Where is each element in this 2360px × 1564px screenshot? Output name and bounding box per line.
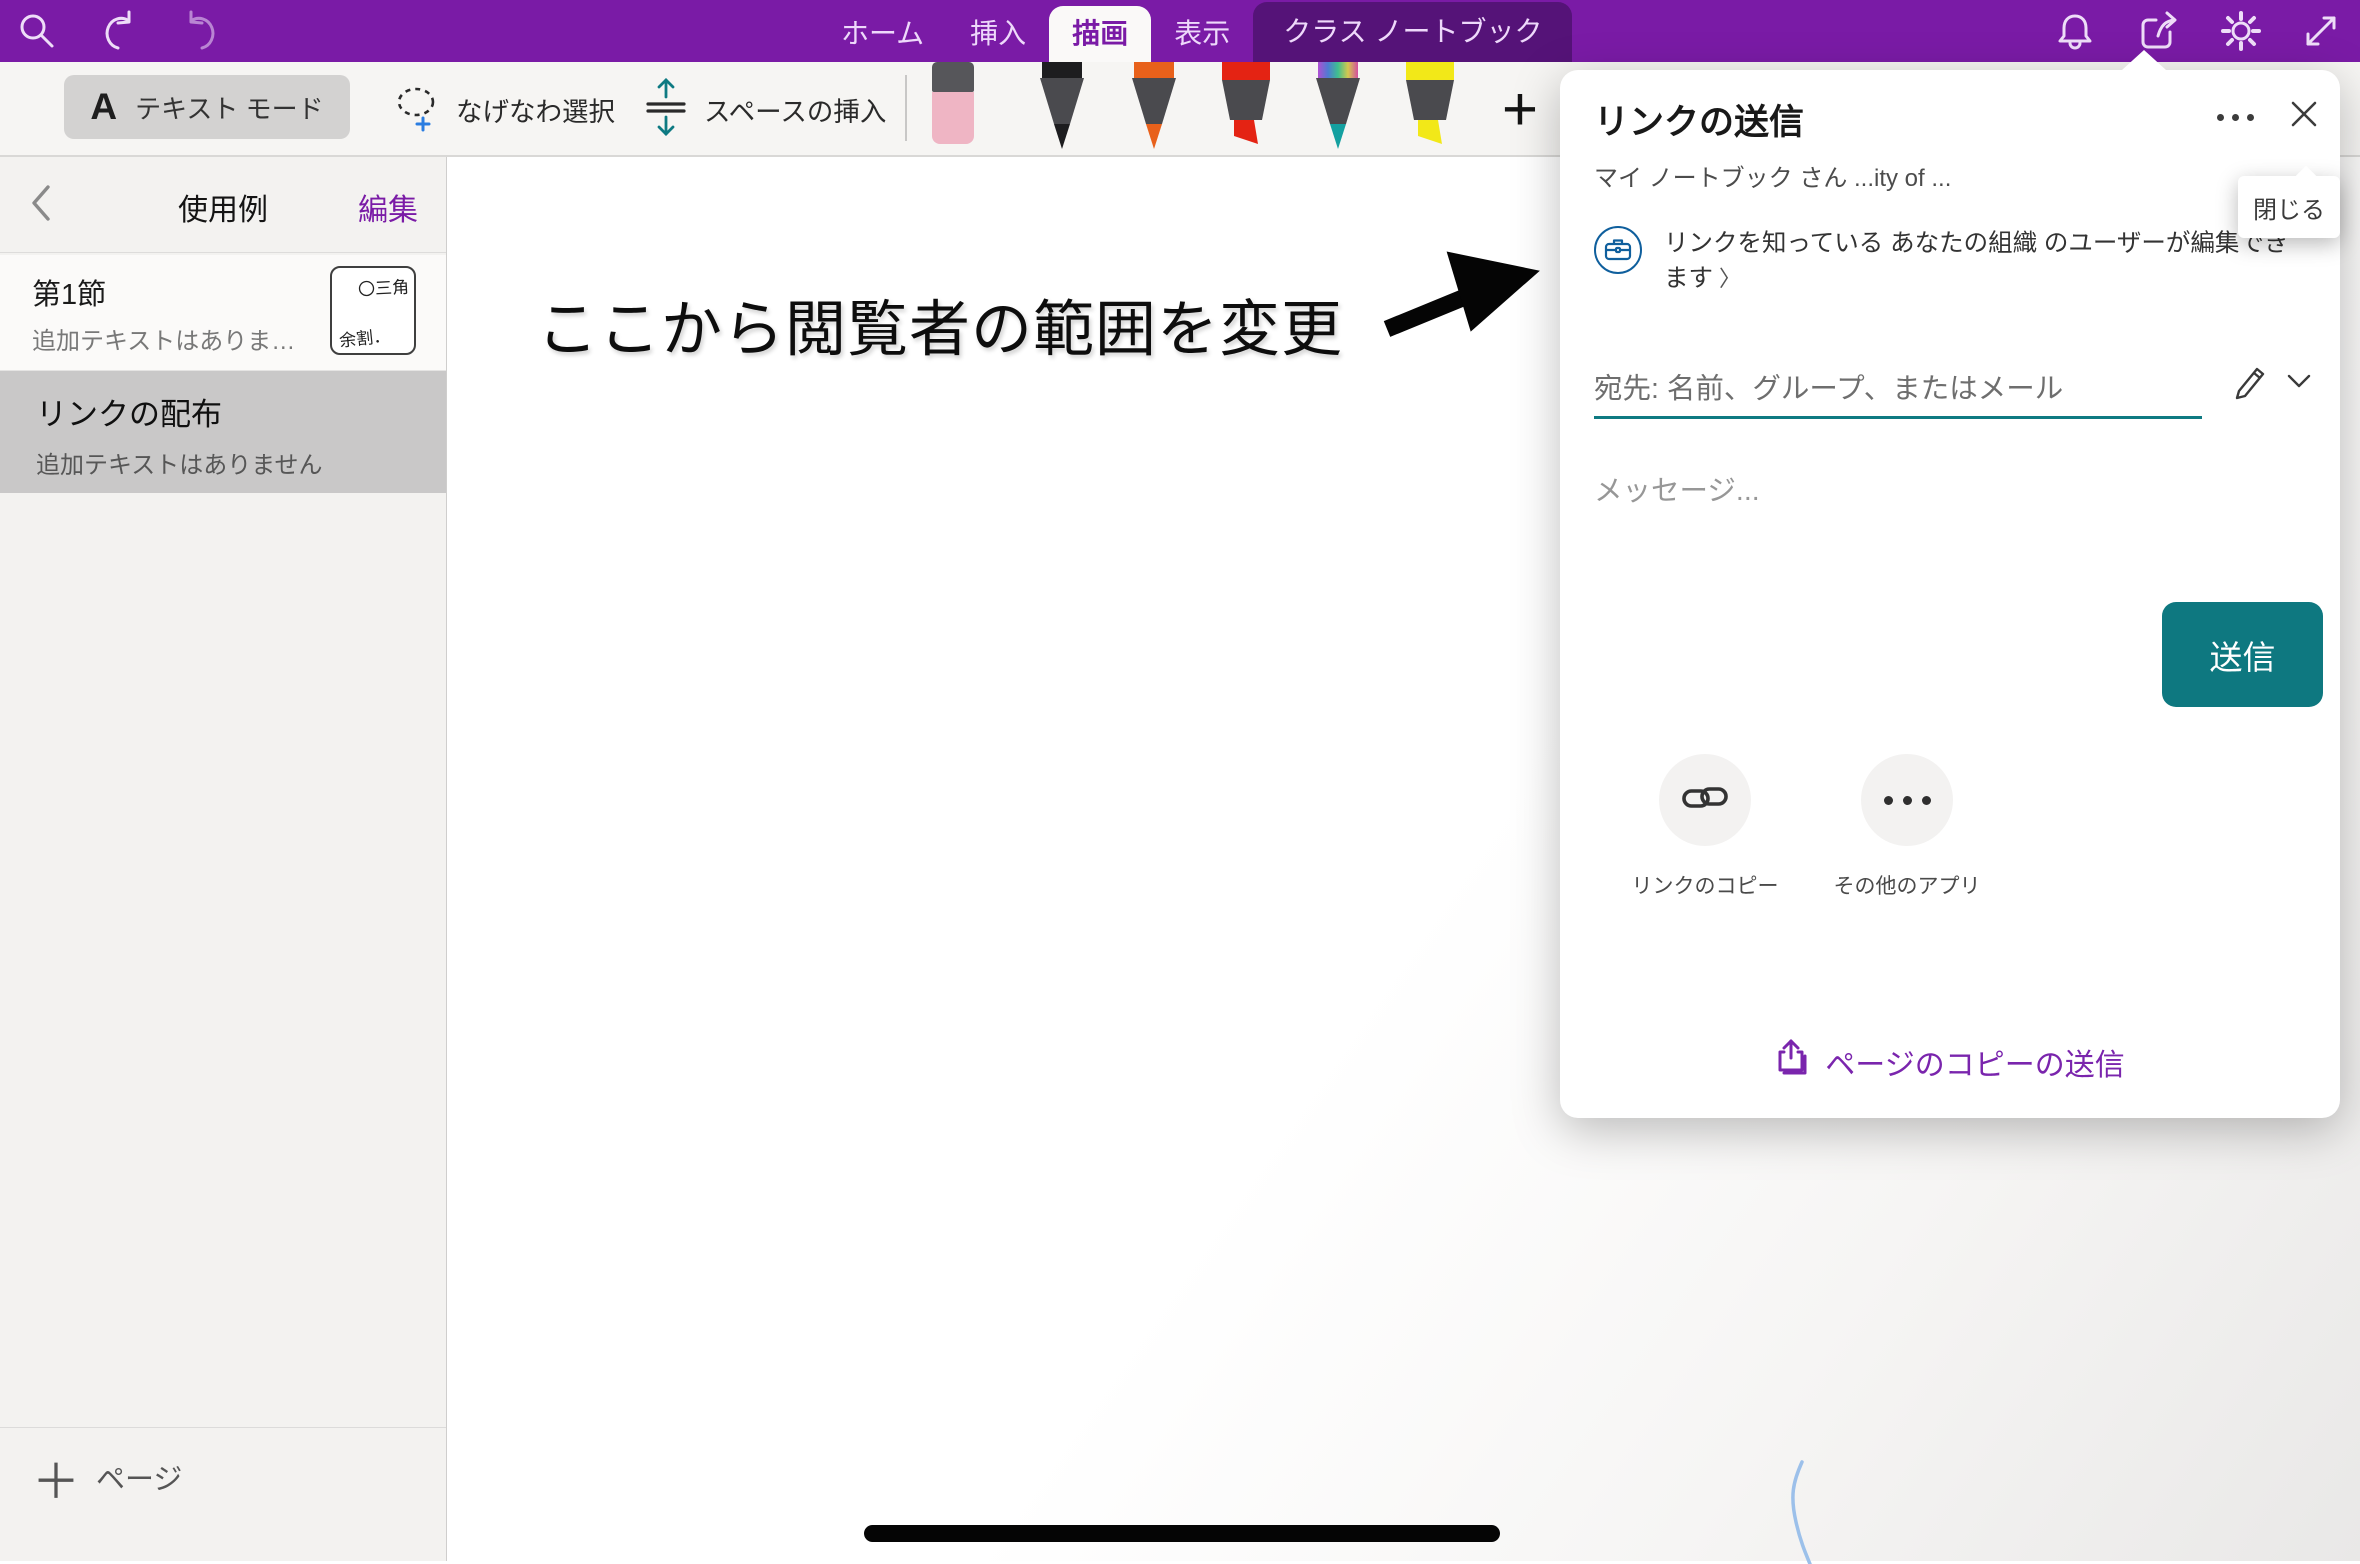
text-mode-button[interactable]: A テキスト モード (64, 75, 350, 139)
ink-arrow (1375, 245, 1555, 345)
ellipsis-icon (1884, 796, 1931, 805)
insert-space-button[interactable]: スペースの挿入 (642, 62, 886, 157)
thumbnail-ink-text: 余割． (338, 321, 391, 351)
tab-home[interactable]: ホーム (818, 6, 947, 62)
page-sidebar: 使用例 編集 第1節 追加テキストはありま… 〇三角 余割． リンクの配布 追加… (0, 157, 447, 1561)
eraser-cap (932, 62, 974, 92)
briefcase-icon (1594, 226, 1642, 274)
top-app-bar: ホーム 挿入 描画 表示 クラス ノートブック (0, 0, 2360, 62)
redo-icon[interactable] (178, 8, 224, 54)
tab-view[interactable]: 表示 (1151, 6, 1253, 62)
close-icon[interactable] (2286, 96, 2322, 132)
eraser-tool[interactable] (932, 62, 974, 146)
page-item-subtitle: 追加テキストはありま… (32, 321, 295, 356)
text-mode-label: テキスト モード (135, 89, 323, 126)
edit-button[interactable]: 編集 (358, 185, 418, 229)
lasso-select-button[interactable]: なげなわ選択 (392, 62, 615, 157)
orange-pen[interactable] (1124, 62, 1184, 150)
ink-annotation-text: ここから閲覧者の範囲を変更 (537, 279, 1343, 368)
expand-icon[interactable] (2298, 8, 2344, 54)
chevron-down-icon[interactable] (2286, 372, 2312, 395)
home-indicator[interactable] (864, 1525, 1500, 1542)
page-list-item-selected[interactable]: リンクの配布 追加テキストはありません (0, 371, 446, 493)
text-mode-a-icon: A (90, 86, 117, 128)
sidebar-header: 使用例 編集 (0, 157, 446, 253)
page-item-subtitle: 追加テキストはありません (36, 445, 323, 480)
link-icon (1682, 782, 1728, 819)
plus-icon: ＋ (32, 1442, 80, 1512)
permission-row[interactable]: リンクを知っている あなたの組織 のユーザーが編集できます〉 (1594, 226, 2304, 296)
close-tooltip: 閉じる (2238, 176, 2340, 238)
send-copy-icon (1775, 1038, 1811, 1086)
toolbar-divider (905, 75, 907, 141)
permission-text: リンクを知っている あなたの組織 のユーザーが編集できます〉 (1664, 226, 2294, 296)
message-input[interactable]: メッセージ... (1594, 468, 1760, 509)
send-page-copy-label: ページのコピーの送信 (1825, 1040, 2124, 1084)
tab-class-notebook[interactable]: クラス ノートブック (1253, 2, 1572, 62)
lasso-icon (392, 80, 442, 139)
lasso-label: なげなわ選択 (456, 90, 615, 129)
share-icon[interactable] (2136, 8, 2182, 54)
send-link-dialog: リンクの送信 マイ ノートブック さん ...ity of ... リンクを知っ… (1560, 70, 2340, 1118)
page-thumbnail: 〇三角 余割． (330, 266, 416, 355)
ink-blue-stroke (1777, 1452, 1837, 1564)
tab-insert[interactable]: 挿入 (947, 6, 1049, 62)
add-page-label: ページ (96, 1456, 182, 1498)
page-item-title: リンクの配布 (36, 389, 222, 434)
undo-icon[interactable] (96, 8, 142, 54)
thumbnail-ink-text: 〇三角 (357, 273, 409, 301)
copy-link-label: リンクのコピー (1595, 870, 1815, 900)
gear-icon[interactable] (2218, 8, 2264, 54)
search-icon[interactable] (14, 8, 60, 54)
send-button[interactable]: 送信 (2162, 602, 2323, 707)
add-pen-button[interactable]: + (1490, 76, 1550, 142)
yellow-highlighter[interactable] (1400, 62, 1460, 150)
tab-draw[interactable]: 描画 (1049, 6, 1151, 62)
galaxy-pen[interactable] (1308, 62, 1368, 150)
bell-icon[interactable] (2052, 8, 2098, 54)
copy-link-button[interactable] (1659, 754, 1751, 846)
dialog-subtitle: マイ ノートブック さん ...ity of ... (1594, 158, 1951, 193)
page-item-title: 第1節 (32, 271, 106, 313)
insert-space-icon (642, 77, 690, 142)
insert-space-label: スペースの挿入 (704, 90, 886, 129)
page-list-item[interactable]: 第1節 追加テキストはありま… 〇三角 余割． (0, 255, 446, 371)
recipient-underline (1594, 416, 2202, 419)
recipient-input[interactable]: 宛先: 名前、グループ、またはメール (1594, 366, 2063, 407)
more-options-icon[interactable] (2217, 114, 2254, 121)
red-highlighter[interactable] (1216, 62, 1276, 150)
pencil-icon[interactable] (2232, 362, 2268, 407)
black-pen[interactable] (1032, 62, 1092, 150)
send-page-copy-link[interactable]: ページのコピーの送信 (1560, 1038, 2340, 1086)
ribbon-tabs: ホーム 挿入 描画 表示 クラス ノートブック (818, 0, 1572, 62)
more-apps-label: その他のアプリ (1797, 870, 2017, 900)
eraser-body (932, 92, 974, 144)
more-apps-button[interactable] (1861, 754, 1953, 846)
pen-list (1032, 62, 1460, 150)
dialog-title: リンクの送信 (1594, 94, 1804, 145)
add-page-row[interactable]: ＋ ページ (0, 1427, 446, 1562)
chevron-right-icon: 〉 (1719, 266, 1741, 291)
